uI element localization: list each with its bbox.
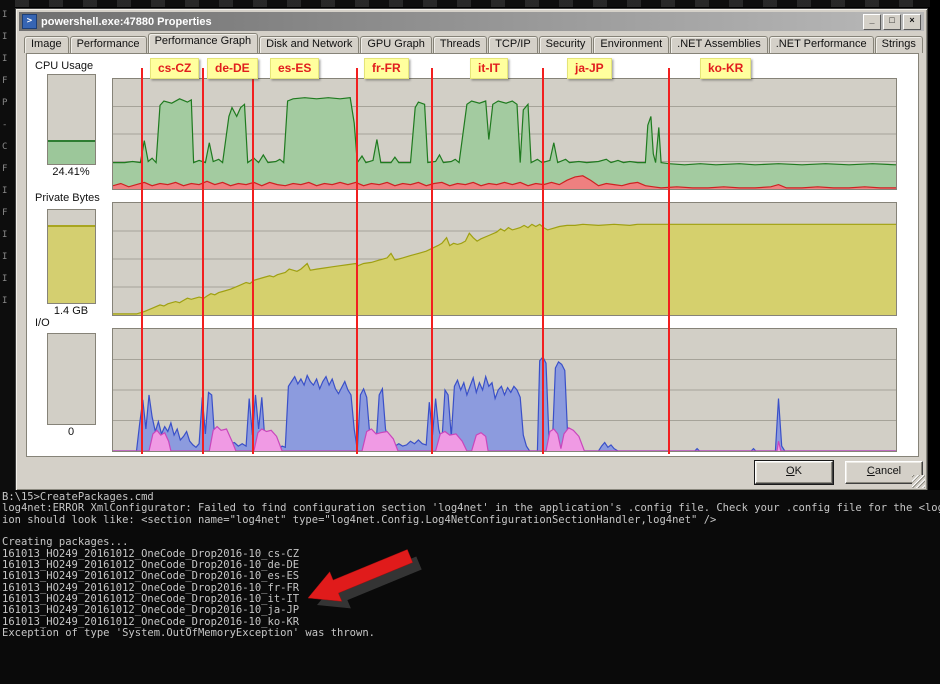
tab-environment[interactable]: Environment <box>593 36 669 53</box>
background-fragment: P <box>0 98 15 120</box>
maximize-button[interactable]: □ <box>883 14 901 30</box>
background-fragment: F <box>0 76 15 98</box>
io-label: I/O <box>35 317 50 329</box>
marker-line-fr-FR <box>356 68 358 454</box>
tab-image[interactable]: Image <box>24 36 69 53</box>
marker-line-de-DE <box>202 68 204 454</box>
background-fragment: I <box>0 252 15 274</box>
console-output[interactable]: B:\15>CreatePackages.cmdlog4net:ERROR Xm… <box>0 490 940 684</box>
powershell-icon: > <box>22 14 37 29</box>
background-fragment: C <box>0 142 15 164</box>
tab-security[interactable]: Security <box>539 36 593 53</box>
tab-performance-graph[interactable]: Performance Graph <box>148 33 259 53</box>
io-value: 0 <box>29 426 113 438</box>
console-line <box>2 526 940 537</box>
resize-grip[interactable] <box>912 475 925 488</box>
marker-label-ko-KR: ko-KR <box>700 58 751 79</box>
background-fragment: I <box>0 274 15 296</box>
tab-tcp-ip[interactable]: TCP/IP <box>488 36 537 53</box>
red-arrow <box>300 543 425 611</box>
tab-net-performance[interactable]: .NET Performance <box>769 36 874 53</box>
marker-line-ko-KR <box>668 68 670 454</box>
console-line: log4net:ERROR XmlConfigurator: Failed to… <box>2 503 940 514</box>
private-bytes-label: Private Bytes <box>35 192 100 204</box>
background-fragment: F <box>0 208 15 230</box>
cpu-graph-svg <box>113 79 896 189</box>
private-bytes-area <box>113 224 896 315</box>
background-fragment: I <box>0 10 15 32</box>
tab-net-assemblies[interactable]: .NET Assemblies <box>670 36 768 53</box>
io-graph <box>112 328 897 452</box>
cpu-graph <box>112 78 897 190</box>
console-line: Exception of type 'System.OutOfMemoryExc… <box>2 628 940 639</box>
tab-disk-and-network[interactable]: Disk and Network <box>259 36 359 53</box>
cpu-usage-gauge-fill <box>48 140 95 164</box>
close-button[interactable]: × <box>903 14 921 30</box>
io-graph-svg <box>113 329 896 451</box>
console-line: ion should look like: <section name="log… <box>2 515 940 526</box>
marker-label-it-IT: it-IT <box>470 58 508 79</box>
ok-button[interactable]: OK <box>755 461 833 484</box>
background-fragment: I <box>0 32 15 54</box>
background-fragment: I <box>0 54 15 76</box>
tab-threads[interactable]: Threads <box>433 36 487 53</box>
tab-strip: ImagePerformancePerformance GraphDisk an… <box>24 35 924 53</box>
marker-label-ja-JP: ja-JP <box>567 58 612 79</box>
window-title: powershell.exe:47880 Properties <box>41 16 863 28</box>
title-bar[interactable]: > powershell.exe:47880 Properties _ □ × <box>19 12 924 31</box>
private-bytes-graph-svg <box>113 203 896 315</box>
cpu-usage-value: 24.41% <box>29 166 113 178</box>
marker-label-es-ES: es-ES <box>270 58 319 79</box>
background-window-top <box>15 0 930 7</box>
background-fragment: I <box>0 230 15 252</box>
private-bytes-graph <box>112 202 897 316</box>
private-bytes-gauge-fill <box>48 225 95 303</box>
marker-line-ja-JP <box>542 68 544 454</box>
marker-line-it-IT <box>431 68 433 454</box>
marker-line-cs-CZ <box>141 68 143 454</box>
tab-strings[interactable]: Strings <box>875 36 923 53</box>
background-fragment: - <box>0 120 15 142</box>
marker-label-de-DE: de-DE <box>207 58 258 79</box>
properties-dialog: > powershell.exe:47880 Properties _ □ × … <box>15 8 928 491</box>
private-bytes-gauge <box>47 209 96 304</box>
cpu-usage-label: CPU Usage <box>35 60 93 72</box>
tab-performance[interactable]: Performance <box>70 36 147 53</box>
io-gauge <box>47 333 96 425</box>
background-fragment: F <box>0 164 15 186</box>
minimize-button[interactable]: _ <box>863 14 881 30</box>
background-window-edge: IIIFP-CFIFIIII <box>0 0 15 500</box>
background-fragment: I <box>0 186 15 208</box>
marker-label-fr-FR: fr-FR <box>364 58 409 79</box>
marker-label-cs-CZ: cs-CZ <box>150 58 199 79</box>
cpu-usage-gauge <box>47 74 96 165</box>
private-bytes-value: 1.4 GB <box>29 305 113 317</box>
tab-gpu-graph[interactable]: GPU Graph <box>360 36 431 53</box>
marker-line-es-ES <box>252 68 254 454</box>
graph-panel: CPU Usage 24.41% Private Bytes 1.4 GB I/… <box>26 53 919 457</box>
background-fragment: I <box>0 296 15 318</box>
